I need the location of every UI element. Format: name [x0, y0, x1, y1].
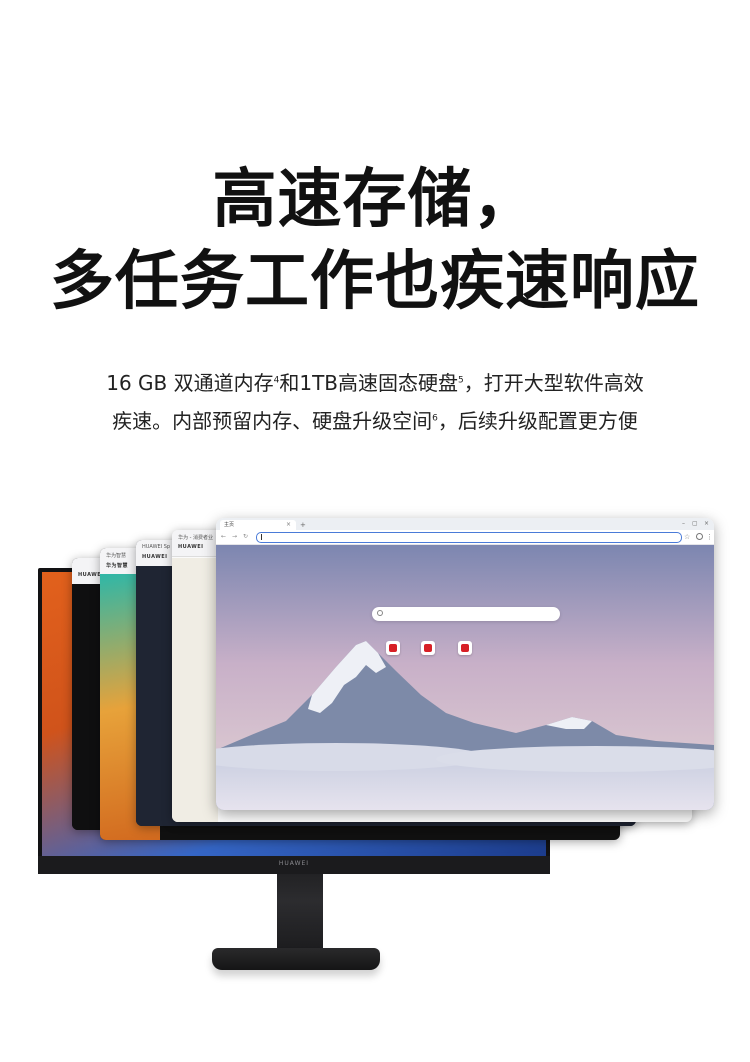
monitor-brand-label: HUAWEI — [278, 860, 310, 867]
monitor-stand-base — [212, 948, 380, 970]
huawei-shortcut-icon[interactable] — [386, 641, 400, 655]
window-tab-title: 华为智慧 — [106, 553, 127, 559]
desc-text: 和1TB高速固态硬盘 — [279, 371, 459, 395]
minimize-icon[interactable]: – — [682, 519, 685, 529]
browser-tab-bar: 主页 × + – ▢ × — [216, 518, 714, 530]
huawei-shortcut-icon[interactable] — [458, 641, 472, 655]
menu-icon[interactable]: ⋮ — [706, 532, 713, 542]
window-logo: 华为智慧 — [106, 563, 129, 569]
window-logo: HUAWEI — [142, 554, 168, 560]
close-icon[interactable]: × — [286, 520, 291, 530]
profile-icon[interactable] — [696, 533, 703, 540]
huawei-logo-icon — [424, 644, 432, 652]
search-box[interactable] — [372, 607, 560, 621]
description-line-2: 疾速。内部预留内存、硬盘升级空间6，后续升级配置更方便 — [0, 402, 750, 440]
maximize-icon[interactable]: ▢ — [692, 519, 698, 529]
huawei-shortcut-icon[interactable] — [421, 641, 435, 655]
back-icon[interactable]: ← — [221, 532, 226, 542]
window-logo: HUAWEI — [178, 544, 204, 550]
monitor-stand-neck — [277, 868, 323, 952]
browser-window[interactable]: 主页 × + – ▢ × ← → ↻ ☆ ⋮ — [216, 518, 714, 810]
star-icon[interactable]: ☆ — [684, 532, 690, 542]
desc-text: 16 GB 双通道内存 — [106, 371, 274, 395]
reload-icon[interactable]: ↻ — [243, 532, 248, 542]
huawei-logo-icon — [389, 644, 397, 652]
new-tab-icon[interactable]: + — [300, 520, 306, 530]
desc-text: ，后续升级配置更方便 — [437, 409, 638, 433]
desc-text: ，打开大型软件高效 — [463, 371, 644, 395]
browser-new-tab-page — [216, 545, 714, 810]
huawei-logo-icon — [461, 644, 469, 652]
headline-line-2: 多任务工作也疾速响应 — [50, 245, 700, 319]
headline-line-1: 高速存储， — [212, 163, 538, 237]
search-icon — [377, 610, 383, 616]
tab-title: 主页 — [224, 522, 235, 528]
forward-icon[interactable]: → — [232, 532, 237, 542]
desc-text: 疾速。内部预留内存、硬盘升级空间 — [112, 409, 433, 433]
window-sidebar — [172, 558, 218, 822]
window-tab-title: 华为 - 消费者业 — [178, 535, 213, 541]
browser-tab[interactable]: 主页 — [220, 520, 296, 530]
text-caret — [261, 534, 262, 540]
window-tab-title: HUAWEI Sp — [142, 544, 171, 550]
description-line-1: 16 GB 双通道内存4和1TB高速固态硬盘5，打开大型软件高效 — [0, 364, 750, 402]
address-bar[interactable] — [256, 532, 682, 543]
browser-toolbar: ← → ↻ ☆ ⋮ — [216, 530, 714, 545]
mountain-wallpaper — [216, 545, 714, 810]
window-close-icon[interactable]: × — [704, 519, 709, 529]
